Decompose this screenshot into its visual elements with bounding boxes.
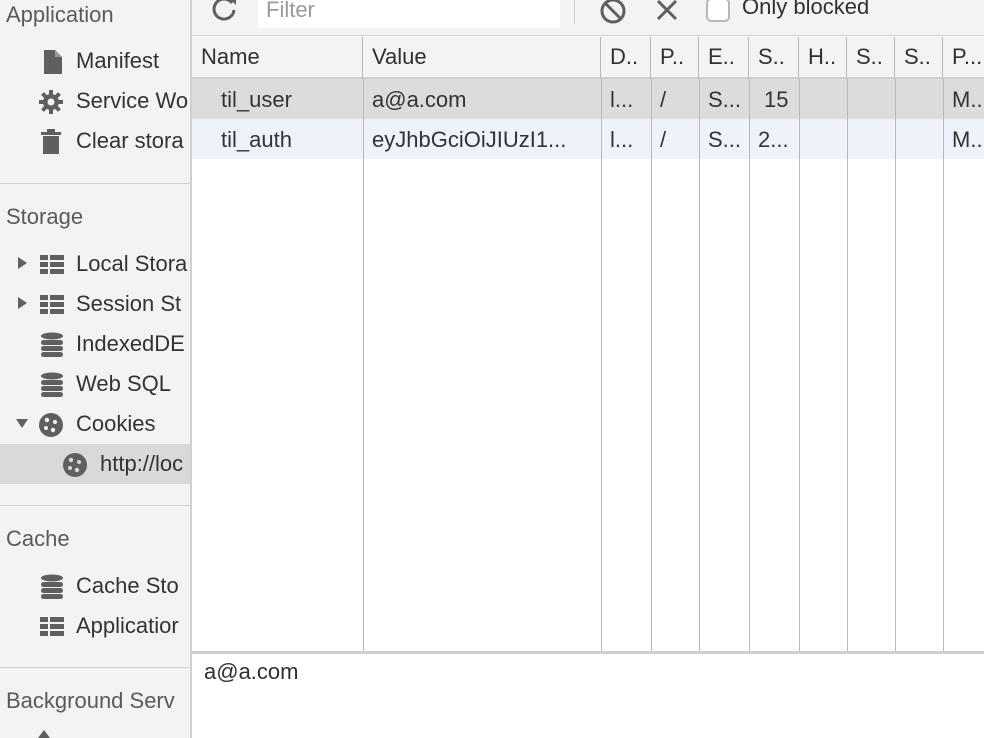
refresh-icon[interactable]	[210, 0, 240, 24]
section-divider	[0, 183, 190, 184]
cell-secure	[847, 119, 895, 159]
grid-icon	[40, 255, 64, 274]
column-header-size[interactable]: S..	[749, 37, 799, 79]
column-divider	[651, 79, 652, 651]
sidebar-item-label: Applicatior	[76, 613, 179, 638]
sidebar-item-application-cache[interactable]: Applicatior	[0, 606, 190, 646]
column-header-samesite[interactable]: S..	[895, 37, 943, 79]
sidebar-item-cookies[interactable]: Cookies	[0, 404, 190, 444]
column-divider	[895, 79, 896, 651]
sidebar-item-cookie-origin[interactable]: http://loc	[0, 444, 190, 484]
cell-secure	[847, 79, 895, 119]
section-header-background-services: Background Serv	[6, 688, 175, 713]
column-header-name[interactable]: Name	[192, 37, 363, 79]
cell-priority: M...	[952, 127, 984, 152]
cookie-value-preview: a@a.com	[204, 659, 299, 684]
column-divider	[749, 79, 750, 651]
sidebar-item-label: http://loc	[100, 451, 184, 476]
cell-expires: S...	[708, 127, 742, 152]
trash-icon	[41, 129, 61, 154]
sidebar: Application Manifest Service Wo Clear st…	[0, 0, 190, 738]
table-header: Name Value D.. P.. E.. S.. H.. S.. S.. P…	[192, 37, 984, 79]
close-icon[interactable]	[652, 0, 682, 26]
cell-domain: l...	[610, 127, 634, 152]
database-icon	[41, 332, 63, 357]
column-header-expires[interactable]: E..	[699, 37, 749, 79]
expand-arrow-icon[interactable]	[15, 256, 29, 270]
column-header-path[interactable]: P..	[651, 37, 699, 79]
sidebar-item-label: Clear stora	[76, 128, 184, 153]
sidebar-item-local-storage[interactable]: Local Stora	[0, 244, 190, 284]
preview-resize-handle[interactable]	[192, 651, 984, 654]
sidebar-item-label: Session St	[76, 291, 182, 316]
partial-icon	[38, 730, 50, 738]
sidebar-item-label: Cache Sto	[76, 573, 179, 598]
column-divider	[847, 79, 848, 651]
cookie-icon	[39, 413, 63, 437]
cookies-table: Name Value D.. P.. E.. S.. H.. S.. S.. P…	[192, 37, 984, 651]
column-divider	[943, 79, 944, 651]
cell-samesite	[895, 79, 943, 119]
sidebar-item-label: Service Wo	[76, 88, 189, 113]
cookies-toolbar: Only blocked	[192, 0, 984, 36]
cookie-icon	[63, 453, 87, 477]
grid-icon	[40, 617, 64, 636]
column-divider	[363, 79, 364, 651]
cell-name: til_user	[221, 87, 292, 112]
cell-samesite	[895, 119, 943, 159]
cell-priority: M...	[952, 87, 984, 112]
expand-arrow-icon[interactable]	[15, 296, 29, 310]
sidebar-item-label: Cookies	[76, 411, 156, 436]
table-row[interactable]: til_auth eyJhbGciOiJIUzI1... l... / S...…	[192, 119, 984, 159]
sidebar-item-service-workers[interactable]: Service Wo	[0, 81, 190, 121]
sidebar-item-label: Web SQL	[76, 371, 171, 396]
sidebar-item-manifest[interactable]: Manifest	[0, 41, 190, 81]
only-blocked-checkbox[interactable]	[706, 0, 730, 22]
sidebar-item-label: IndexedDE	[76, 331, 185, 356]
block-icon[interactable]	[596, 0, 630, 26]
cell-httponly	[799, 79, 847, 119]
column-header-domain[interactable]: D..	[601, 37, 651, 79]
cell-path: /	[660, 127, 667, 152]
section-divider	[0, 505, 190, 506]
cell-name: til_auth	[221, 127, 292, 152]
database-icon	[41, 372, 63, 397]
sidebar-item-cache-storage[interactable]: Cache Sto	[0, 566, 190, 606]
cell-path: /	[660, 87, 667, 112]
section-header-storage: Storage	[6, 204, 84, 229]
cell-value: eyJhbGciOiJIUzI1...	[372, 127, 567, 152]
section-header-application: Application	[6, 2, 114, 27]
sidebar-item-indexeddb[interactable]: IndexedDE	[0, 324, 190, 364]
cell-value: a@a.com	[372, 87, 467, 112]
grid-icon	[40, 295, 64, 314]
column-divider	[799, 79, 800, 651]
collapse-arrow-icon[interactable]	[15, 416, 29, 430]
document-icon	[44, 50, 62, 74]
column-header-httponly[interactable]: H..	[799, 37, 847, 79]
gear-icon	[39, 90, 63, 114]
filter-input[interactable]	[258, 0, 560, 28]
table-row[interactable]: til_user a@a.com l... / S... 15 M...	[192, 79, 984, 119]
cell-httponly	[799, 119, 847, 159]
section-divider	[0, 667, 190, 668]
column-header-secure[interactable]: S..	[847, 37, 895, 79]
sidebar-item-label: Manifest	[76, 48, 160, 73]
cell-size: 2...	[758, 127, 789, 152]
database-icon	[41, 574, 63, 599]
sidebar-item-label: Local Stora	[76, 251, 188, 276]
section-header-cache: Cache	[6, 526, 70, 551]
cell-expires: S...	[708, 87, 742, 112]
sidebar-item-clear-storage[interactable]: Clear stora	[0, 121, 190, 161]
only-blocked-label[interactable]: Only blocked	[742, 0, 869, 20]
column-divider	[699, 79, 700, 651]
column-header-priority[interactable]: P...	[943, 37, 984, 79]
cell-domain: l...	[610, 87, 634, 112]
column-divider	[601, 79, 602, 651]
toolbar-divider	[574, 0, 575, 24]
column-header-value[interactable]: Value	[363, 37, 601, 79]
sidebar-item-session-storage[interactable]: Session St	[0, 284, 190, 324]
sidebar-item-web-sql[interactable]: Web SQL	[0, 364, 190, 404]
cell-size: 15	[764, 87, 789, 112]
